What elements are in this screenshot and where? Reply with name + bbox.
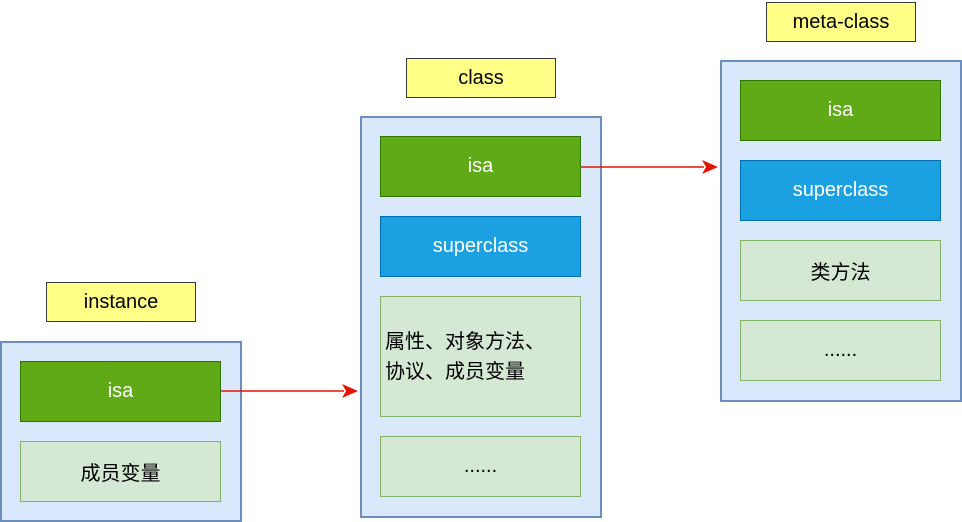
arrows-layer <box>221 160 718 398</box>
arrow-class-to-meta-class <box>581 160 718 174</box>
arrow-instance-to-class <box>221 384 358 398</box>
